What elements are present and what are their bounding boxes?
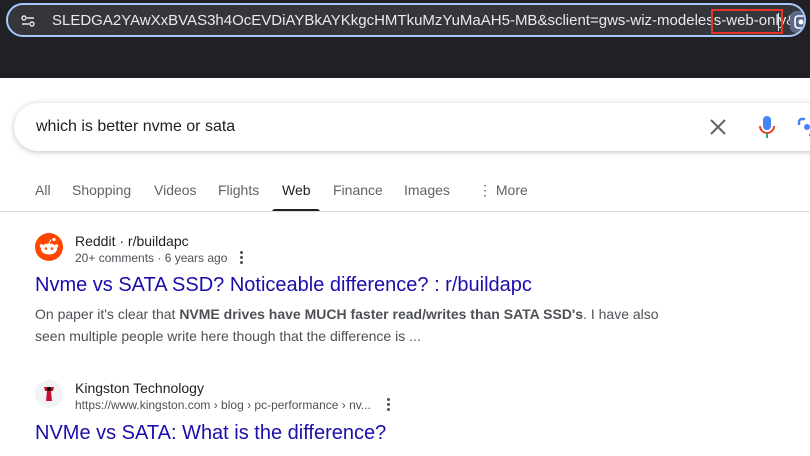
snippet-bold-text: NVME drives have MUCH faster read/writes… [179, 306, 584, 322]
url-param-highlight [711, 9, 783, 34]
result-site-name[interactable]: Kingston Technology [75, 380, 204, 396]
search-result: Reddit · r/buildapc 20+ comments · 6 yea… [35, 233, 755, 353]
search-result: Kingston Technology https://www.kingston… [35, 380, 755, 456]
browser-toolbar: SLEDGA2YAwXxBVAS3h4OcEVDiAYBkAYKkgcHMTku… [0, 0, 810, 78]
tab-more[interactable]: ⋮ More [478, 182, 528, 199]
tab-web[interactable]: Web [282, 182, 311, 198]
result-title-link[interactable]: Nvme vs SATA SSD? Noticeable difference?… [35, 274, 532, 297]
more-options-icon[interactable] [238, 251, 244, 265]
google-lens-icon[interactable] [796, 116, 810, 138]
close-icon[interactable] [708, 117, 728, 137]
reddit-logo-icon[interactable] [35, 233, 63, 261]
tabs-divider [0, 211, 810, 212]
microphone-icon[interactable] [758, 115, 776, 139]
result-snippet: On paper it's clear that NVME drives hav… [35, 303, 675, 347]
tab-all[interactable]: All [35, 182, 51, 198]
search-box[interactable]: which is better nvme or sata [14, 103, 810, 151]
lens-icon [794, 15, 804, 29]
site-info-icon[interactable] [20, 13, 36, 29]
tab-videos[interactable]: Videos [154, 182, 197, 198]
tab-finance[interactable]: Finance [333, 182, 383, 198]
snippet-text: On paper it's clear that [35, 306, 180, 322]
result-meta: 20+ comments · 6 years ago [75, 251, 228, 265]
lens-search-button[interactable] [790, 11, 804, 33]
search-input[interactable]: which is better nvme or sata [36, 118, 235, 136]
result-site-name[interactable]: Reddit · r/buildapc [75, 233, 189, 249]
url-text[interactable]: SLEDGA2YAwXxBVAS3h4OcEVDiAYBkAYKkgcHMTku… [52, 12, 804, 29]
search-tabs: All Shopping Videos Flights Web Finance … [0, 176, 810, 212]
more-options-icon[interactable] [385, 398, 391, 412]
tab-images[interactable]: Images [404, 182, 450, 198]
address-bar[interactable]: SLEDGA2YAwXxBVAS3h4OcEVDiAYBkAYKkgcHMTku… [6, 3, 806, 37]
tab-flights[interactable]: Flights [218, 182, 259, 198]
result-title-link[interactable]: NVMe vs SATA: What is the difference? [35, 422, 386, 445]
tab-shopping[interactable]: Shopping [72, 182, 131, 198]
text-caret [778, 13, 779, 31]
kingston-logo-icon[interactable] [35, 380, 63, 408]
result-url[interactable]: https://www.kingston.com › blog › pc-per… [75, 398, 371, 412]
